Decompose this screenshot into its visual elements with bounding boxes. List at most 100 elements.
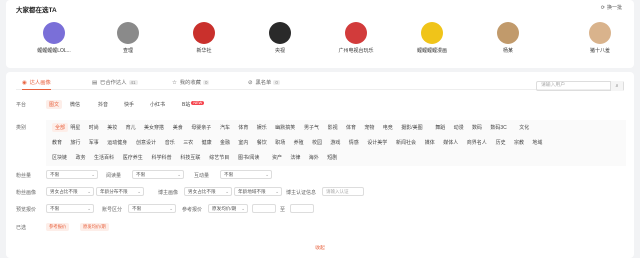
creator-card[interactable]: 广州电视台玩乐	[326, 22, 386, 54]
verify-input[interactable]: 请输入认证	[322, 187, 364, 196]
category-option[interactable]: 健康	[202, 139, 212, 146]
category-option[interactable]: 幽默搞笑	[275, 124, 295, 131]
price-type-select[interactable]: 原发均价/期 ⌄	[208, 204, 248, 213]
category-option[interactable]: 商界名人	[467, 139, 487, 146]
chevron-down-icon: ⌄	[177, 172, 181, 177]
category-option[interactable]: 资产	[272, 154, 282, 161]
category-option[interactable]: 地域	[532, 139, 542, 146]
category-option[interactable]: 创意设计	[136, 139, 156, 146]
category-option[interactable]: 汽车	[220, 124, 230, 131]
category-option[interactable]: 情感	[349, 139, 359, 146]
category-option[interactable]: 政务	[76, 154, 86, 161]
category-option[interactable]: 养殖	[294, 139, 304, 146]
category-option[interactable]: 区块链	[52, 154, 67, 161]
interact-select[interactable]: 不限 ⌄	[220, 170, 272, 179]
category-option[interactable]: 媒体人	[443, 139, 458, 146]
age-select[interactable]: 年龄分布不限 ⌄	[96, 187, 144, 196]
category-option[interactable]: 电竞	[383, 124, 393, 131]
tab-favorites[interactable]: ☆ 我的收藏 0	[172, 78, 210, 86]
category-option[interactable]: 图书/阅读	[238, 154, 259, 161]
creator-card[interactable]: 猪十八羞	[570, 22, 630, 54]
category-option[interactable]: 海外	[309, 154, 319, 161]
category-option[interactable]: 校园	[312, 139, 322, 146]
platform-option[interactable]: 图文	[46, 100, 63, 109]
category-option[interactable]: 三农	[183, 139, 193, 146]
tab-creator-profile[interactable]: ◉ 达人画像	[22, 78, 51, 90]
category-option[interactable]: 设计美学	[367, 139, 387, 146]
category-option[interactable]: 军事	[89, 139, 99, 146]
category-option[interactable]: 综艺节目	[209, 154, 229, 161]
tab-blacklist[interactable]: ⊘ 黑名单 0	[248, 78, 280, 86]
category-option[interactable]: 法律	[290, 154, 300, 161]
category-option[interactable]: 数码3C	[490, 124, 506, 131]
category-option[interactable]: 育儿	[126, 124, 136, 131]
block-icon: ⊘	[248, 80, 253, 86]
category-option[interactable]: 全部	[52, 123, 69, 132]
category-option[interactable]: 男子气	[304, 124, 319, 131]
platform-option[interactable]: 抖音	[98, 101, 108, 108]
category-option[interactable]: 明星	[70, 124, 80, 131]
chevron-down-icon: ⌄	[91, 172, 95, 177]
collapse-button[interactable]: 收起	[6, 244, 634, 251]
search-input[interactable]: 请输入用户 ⌕	[536, 81, 624, 91]
category-option[interactable]: 科技互联	[180, 154, 200, 161]
category-option[interactable]: 娱乐	[257, 124, 267, 131]
category-option[interactable]: 摄影/美图	[401, 124, 422, 131]
category-option[interactable]: 旅行	[70, 139, 80, 146]
selected-chip[interactable]: 原发均价/期	[80, 223, 109, 231]
category-option[interactable]: 室内	[238, 139, 248, 146]
category-option[interactable]: 金融	[220, 139, 230, 146]
creator-gender-select[interactable]: 男女占比不限 ⌄	[184, 187, 232, 196]
category-option[interactable]: 宗教	[514, 139, 524, 146]
gender-ratio-select[interactable]: 男女占比不限 ⌄	[46, 187, 94, 196]
category-option[interactable]: 影视	[328, 124, 338, 131]
category-option[interactable]: 媒体	[425, 139, 435, 146]
category-option[interactable]: 短剧	[327, 154, 337, 161]
category-option[interactable]: 文化	[519, 124, 529, 131]
category-option[interactable]: 音乐	[165, 139, 175, 146]
category-option[interactable]: 职场	[275, 139, 285, 146]
creator-card[interactable]: 查理	[98, 22, 158, 54]
platform-option[interactable]: 快手	[124, 101, 134, 108]
category-option[interactable]: 医疗养生	[123, 154, 143, 161]
category-option[interactable]: 体育	[346, 124, 356, 131]
category-option[interactable]: 历史	[496, 139, 506, 146]
selected-chip[interactable]: 参考报价	[46, 223, 70, 231]
platform-option[interactable]: B站 NEW	[182, 101, 205, 108]
creator-region-select[interactable]: 年龄地域不限 ⌄	[234, 187, 282, 196]
search-icon[interactable]: ⌕	[610, 81, 623, 91]
category-option[interactable]: 新闻社会	[396, 139, 416, 146]
category-option[interactable]: 体育	[238, 124, 248, 131]
category-option[interactable]: 科学科普	[152, 154, 172, 161]
tab-cooperated[interactable]: ▤ 已合作达人 41	[92, 78, 138, 86]
account-select[interactable]: 不限 ⌄	[128, 204, 176, 213]
creator-card[interactable]: 鲤鲤鲤鲤LOL...	[24, 22, 84, 54]
category-option[interactable]: 时尚	[89, 124, 99, 131]
creator-list: 鲤鲤鲤鲤LOL... 查理 新华社 央视 广州电视台玩乐 鲤鲤鲤鲤漫画 杨某 猪十八羞	[24, 22, 624, 62]
category-option[interactable]: 舞蹈	[435, 124, 445, 131]
creator-card[interactable]: 央视	[250, 22, 310, 54]
expected-select[interactable]: 不限 ⌄	[46, 204, 94, 213]
category-option[interactable]: 美食	[173, 124, 183, 131]
category-option[interactable]: 动漫	[454, 124, 464, 131]
category-option[interactable]: 数码	[472, 124, 482, 131]
refresh-button[interactable]: ⟳ 换一批	[601, 4, 624, 11]
category-option[interactable]: 生活百科	[94, 154, 114, 161]
platform-option[interactable]: 小红书	[150, 101, 165, 108]
creator-card[interactable]: 新华社	[174, 22, 234, 54]
category-option[interactable]: 游戏	[330, 139, 340, 146]
creator-card[interactable]: 鲤鲤鲤鲤漫画	[402, 22, 462, 54]
category-option[interactable]: 母婴亲子	[191, 124, 211, 131]
category-option[interactable]: 餐饮	[257, 139, 267, 146]
price-max-input[interactable]	[290, 204, 314, 213]
fans-select[interactable]: 不限 ⌄	[46, 170, 98, 179]
platform-option[interactable]: 微信	[70, 101, 80, 108]
price-min-input[interactable]	[252, 204, 276, 213]
category-option[interactable]: 美女穿搭	[144, 124, 164, 131]
reads-select[interactable]: 不限 ⌄	[132, 170, 184, 179]
category-option[interactable]: 美妆	[107, 124, 117, 131]
category-option[interactable]: 宠物	[364, 124, 374, 131]
category-option[interactable]: 运动健身	[107, 139, 127, 146]
category-option[interactable]: 教育	[52, 139, 62, 146]
creator-card[interactable]: 杨某	[478, 22, 538, 54]
